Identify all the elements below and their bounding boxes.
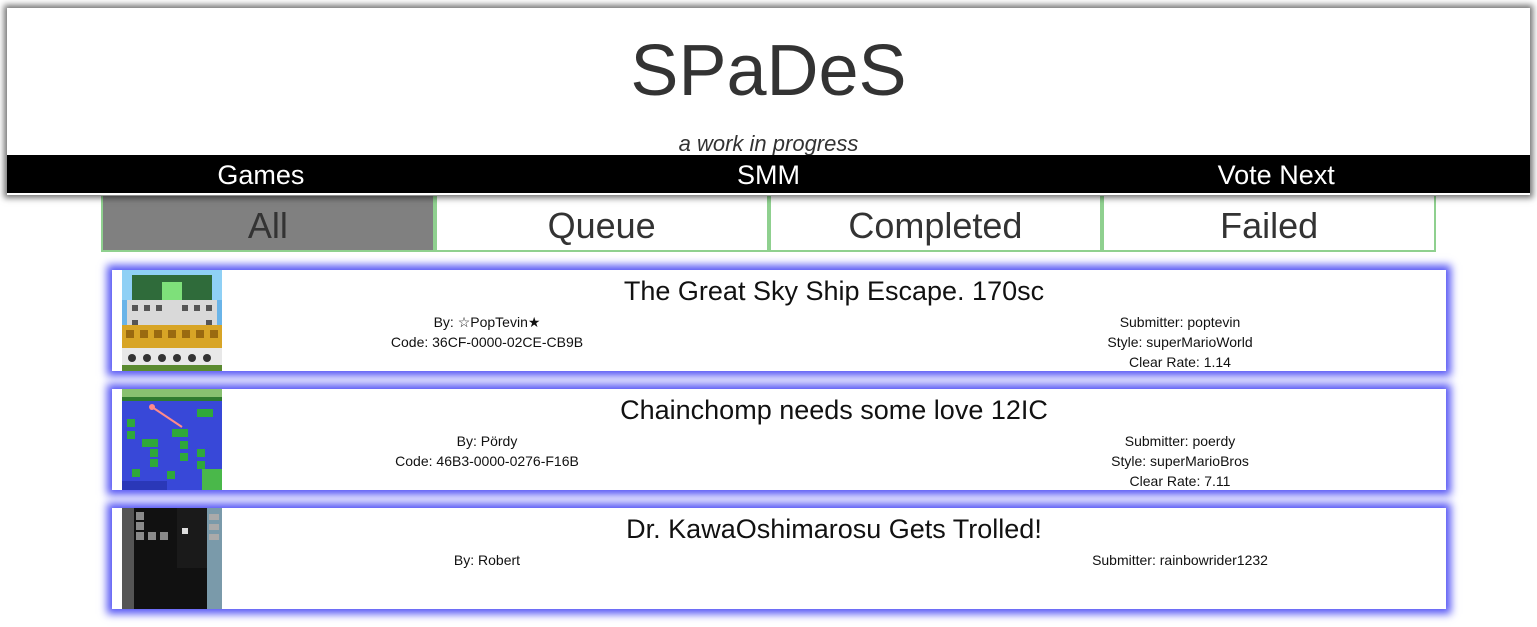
level-title: Chainchomp needs some love 12IC: [620, 395, 1048, 425]
level-clear-rate: Clear Rate: 1.14: [1129, 354, 1231, 370]
level-title: Dr. KawaOshimarosu Gets Trolled!: [626, 514, 1042, 544]
level-clear-rate: Clear Rate: 7.11: [1129, 473, 1231, 489]
nav-item-smm[interactable]: SMM: [515, 155, 1023, 193]
nav-item-games[interactable]: Games: [7, 155, 515, 193]
level-author: By: Pördy: [456, 433, 518, 449]
level-author: By: ☆PopTevin★: [433, 314, 541, 330]
tab-queue[interactable]: Queue: [434, 196, 769, 252]
main-nav: Games SMM Vote Next: [7, 155, 1530, 193]
level-submitter: Submitter: poerdy: [1124, 433, 1236, 449]
level-thumbnail: [122, 389, 222, 490]
tab-all[interactable]: All: [101, 196, 435, 252]
level-submitter: Submitter: rainbowrider1232: [1092, 552, 1268, 568]
level-author: By: Robert: [453, 552, 521, 568]
level-meta-left: By: Pördy Code: 46B3-0000-0276-F16B: [237, 431, 737, 471]
level-code: Code: 36CF-0000-02CE-CB9B: [390, 334, 584, 350]
site-header: SPaDeS a work in progress Games SMM Vote…: [7, 8, 1530, 195]
level-submitter: Submitter: poptevin: [1119, 314, 1241, 330]
level-meta-left: By: Robert: [237, 550, 737, 570]
nav-item-vote-next[interactable]: Vote Next: [1022, 155, 1530, 193]
tab-failed[interactable]: Failed: [1102, 196, 1436, 252]
level-meta-right: Submitter: poerdy Style: superMarioBros …: [930, 431, 1430, 491]
tab-completed[interactable]: Completed: [768, 196, 1103, 252]
level-style: Style: superMarioWorld: [1107, 334, 1253, 350]
level-meta-right: Submitter: poptevin Style: superMarioWor…: [930, 312, 1430, 372]
site-title: SPaDeS: [630, 31, 907, 111]
level-thumbnail: [122, 270, 222, 371]
level-thumbnail: [122, 508, 222, 609]
level-card[interactable]: The Great Sky Ship Escape. 170sc By: ☆Po…: [112, 270, 1446, 371]
filter-tabs: All Queue Completed Failed: [101, 196, 1436, 252]
level-list: The Great Sky Ship Escape. 170sc By: ☆Po…: [112, 270, 1446, 627]
level-meta-right: Submitter: rainbowrider1232: [930, 550, 1430, 570]
level-code: Code: 46B3-0000-0276-F16B: [395, 453, 579, 469]
level-card[interactable]: Chainchomp needs some love 12IC By: Pörd…: [112, 389, 1446, 490]
level-meta-left: By: ☆PopTevin★ Code: 36CF-0000-02CE-CB9B: [237, 312, 737, 352]
level-style: Style: superMarioBros: [1111, 453, 1249, 469]
site-subtitle: a work in progress: [678, 131, 859, 156]
level-card[interactable]: Dr. KawaOshimarosu Gets Trolled! By: Rob…: [112, 508, 1446, 609]
level-title: The Great Sky Ship Escape. 170sc: [623, 276, 1045, 306]
